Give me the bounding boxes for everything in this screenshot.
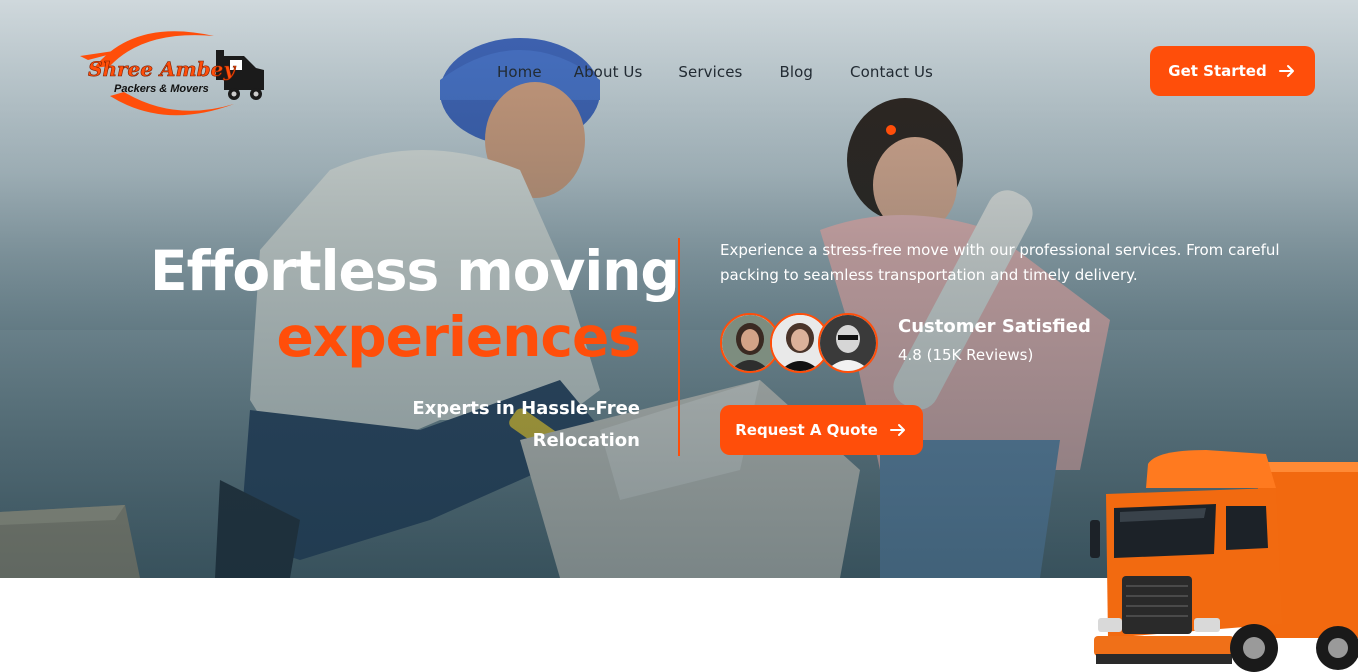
nav-item-blog[interactable]: Blog [779,63,813,83]
customer-satisfied-title: Customer Satisfied [898,316,1091,337]
divider-line [678,238,680,456]
nav-active-indicator [886,125,896,135]
request-quote-label: Request A Quote [735,421,878,439]
headline-line1: Effortless moving [150,239,680,303]
arrow-right-icon [1278,65,1294,77]
nav-item-contact-us[interactable]: Contact Us [850,63,933,83]
nav-item-home[interactable]: Home [497,63,542,83]
request-quote-button[interactable]: Request A Quote [720,405,923,455]
customer-avatars [720,313,880,375]
logo-text-line1: Shree Ambey [88,57,236,81]
company-logo[interactable]: Shree Ambey Packers & Movers [74,26,272,120]
nav-item-services[interactable]: Services [678,63,742,83]
logo-text-line2: Packers & Movers [114,83,209,95]
get-started-button[interactable]: Get Started [1150,46,1315,96]
hero-headline: Effortless moving experiences [150,238,680,370]
arrow-right-icon [889,424,905,436]
headline-line2-accent: experiences [276,305,641,369]
get-started-label: Get Started [1168,62,1267,80]
avatar [818,313,878,373]
orange-truck-image [1090,450,1358,672]
nav-item-about-us[interactable]: About Us [574,63,643,83]
hero-subheadline: Experts in Hassle-Free Relocation [412,398,640,451]
customer-rating: 4.8 (15K Reviews) [898,346,1034,364]
main-nav: Home About Us Services Blog Contact Us [497,63,933,83]
hero-description: Experience a stress-free move with our p… [720,241,1280,284]
